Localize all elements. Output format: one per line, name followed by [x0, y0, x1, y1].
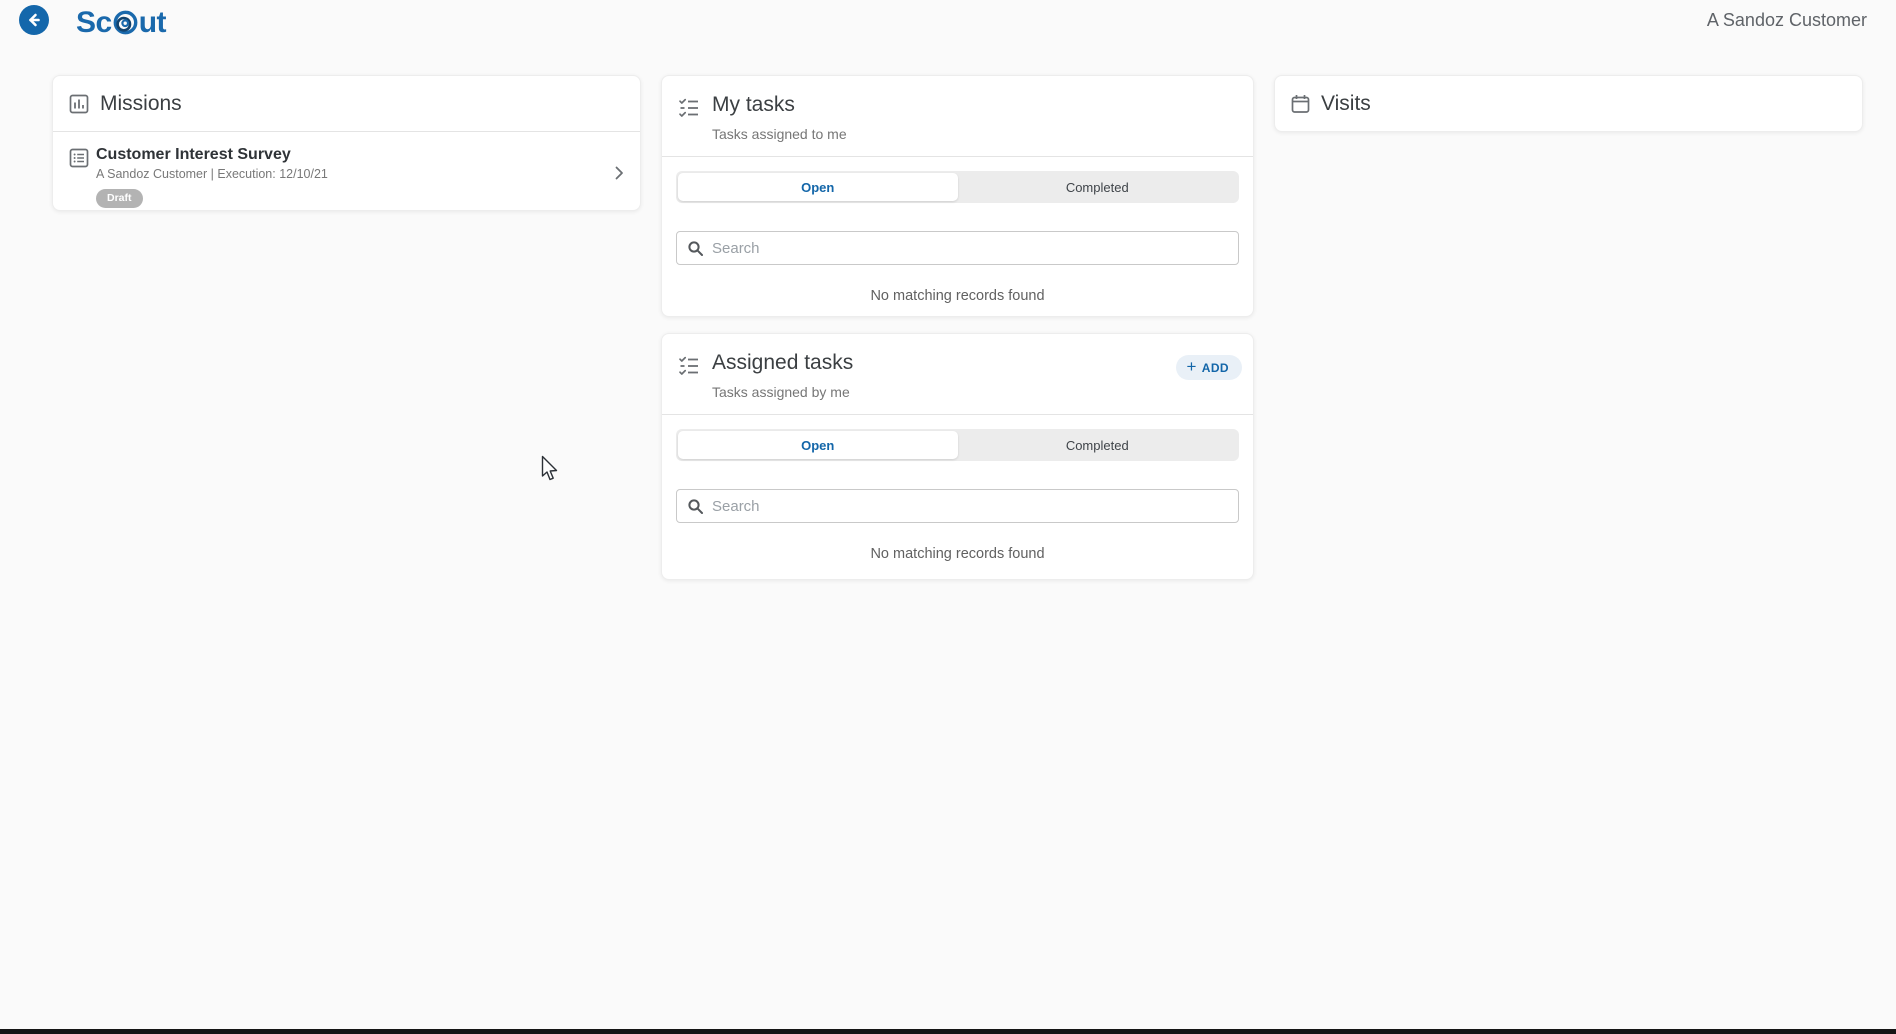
assigned-tasks-subtitle: Tasks assigned by me [712, 384, 1237, 400]
poll-chart-icon [69, 94, 89, 114]
my-tasks-search-input[interactable] [712, 240, 1228, 257]
chevron-right-icon [611, 165, 627, 186]
checklist-icon [678, 97, 700, 119]
checklist-icon [678, 355, 700, 377]
my-tasks-subtitle: Tasks assigned to me [712, 126, 1237, 142]
status-badge: Draft [96, 189, 143, 208]
assigned-tasks-title: Assigned tasks [712, 351, 853, 375]
tab-open[interactable]: Open [678, 431, 958, 459]
mouse-cursor [541, 455, 560, 489]
assigned-tasks-header: Assigned tasks Tasks assigned by me + AD… [662, 334, 1253, 414]
mission-list-item[interactable]: Customer Interest Survey A Sandoz Custom… [53, 132, 640, 220]
tab-completed[interactable]: Completed [958, 173, 1238, 201]
assigned-tasks-search-box [676, 489, 1239, 523]
app-header: Scut A Sandoz Customer [0, 0, 1896, 48]
my-tasks-card: My tasks Tasks assigned to me Open Compl… [661, 75, 1254, 317]
my-tasks-header: My tasks Tasks assigned to me [662, 76, 1253, 156]
assigned-tasks-search-input[interactable] [712, 498, 1228, 515]
search-icon [687, 240, 704, 257]
my-tasks-divider [662, 156, 1253, 157]
search-icon [687, 498, 704, 515]
missions-card: Missions Customer Interest Survey A Sand… [52, 75, 641, 211]
visits-card-header: Visits [1275, 76, 1862, 131]
back-button[interactable] [19, 5, 49, 35]
assigned-tasks-card: Assigned tasks Tasks assigned by me + AD… [661, 333, 1254, 580]
my-tasks-title: My tasks [712, 93, 795, 117]
add-button-label: ADD [1202, 361, 1229, 375]
mission-item-subtitle: A Sandoz Customer | Execution: 12/10/21 [96, 167, 328, 181]
my-tasks-search-box [676, 231, 1239, 265]
calendar-icon [1291, 94, 1310, 114]
plus-icon: + [1186, 358, 1196, 375]
logo-text-post: ut [139, 6, 166, 40]
my-tasks-filter-toggle: Open Completed [676, 171, 1239, 203]
logo-text-pre: Sc [76, 6, 112, 40]
assigned-tasks-empty-message: No matching records found [676, 546, 1239, 562]
arrow-left-icon [25, 11, 43, 29]
tab-completed[interactable]: Completed [958, 431, 1238, 459]
scout-logo: Scut [76, 3, 166, 43]
my-tasks-empty-message: No matching records found [676, 288, 1239, 304]
visits-title: Visits [1321, 92, 1371, 116]
assigned-tasks-divider [662, 414, 1253, 415]
assigned-tasks-filter-toggle: Open Completed [676, 429, 1239, 461]
bottom-window-edge [0, 1029, 1896, 1034]
visits-card: Visits [1274, 75, 1863, 132]
missions-card-header: Missions [53, 76, 640, 131]
missions-title: Missions [100, 92, 182, 116]
mission-item-title: Customer Interest Survey [96, 146, 328, 164]
mission-item-text: Customer Interest Survey A Sandoz Custom… [96, 146, 328, 208]
add-task-button[interactable]: + ADD [1176, 355, 1242, 380]
logo-swirl-o-icon [113, 9, 138, 43]
current-customer-label: A Sandoz Customer [1707, 10, 1867, 31]
tab-open[interactable]: Open [678, 173, 958, 201]
list-alt-icon [69, 148, 89, 168]
